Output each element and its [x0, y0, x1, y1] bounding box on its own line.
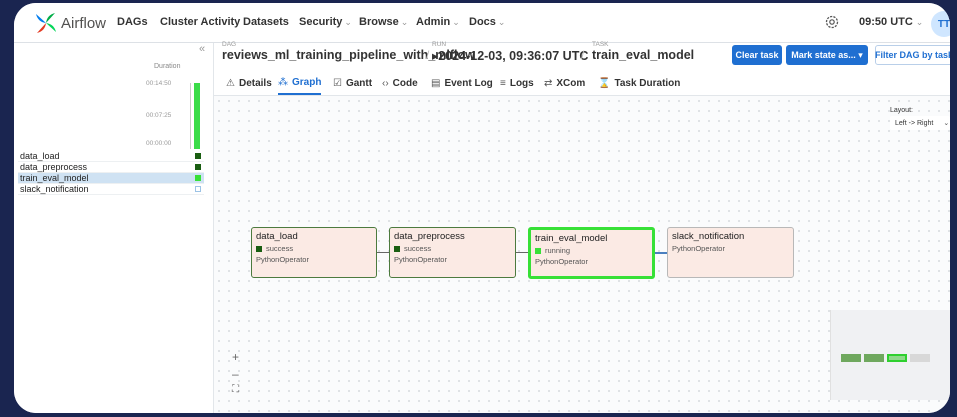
chevron-down-icon: ⌄ — [943, 120, 950, 127]
time-dropdown[interactable]: 09:50 UTC ⌄ — [859, 16, 923, 28]
task-name: data_load — [20, 151, 60, 161]
clear-task-button[interactable]: Clear task — [732, 45, 782, 65]
node-status: success — [256, 244, 372, 253]
graph-node-slack-notification[interactable]: slack_notification PythonOperator — [667, 227, 794, 278]
top-navbar: Airflow DAGs Cluster Activity Datasets S… — [14, 3, 950, 43]
fit-view-button[interactable]: ⛶ — [232, 384, 239, 395]
nav-security[interactable]: Security ⌄ — [299, 16, 352, 28]
hourglass-icon: ⌛ — [598, 77, 611, 89]
task-name: train_eval_model — [20, 173, 89, 183]
code-icon: ‹› — [382, 77, 389, 89]
event-log-icon: ▤ — [431, 77, 441, 89]
filter-dag-button[interactable]: Filter DAG by task ▾ — [875, 45, 950, 65]
collapse-icon[interactable]: « — [199, 43, 205, 55]
breadcrumb-separator: / — [581, 48, 585, 62]
duration-axis — [190, 83, 191, 149]
nav-cluster-activity[interactable]: Cluster Activity — [160, 16, 240, 28]
tab-task-duration[interactable]: ⌛ Task Duration — [598, 71, 680, 95]
duration-label: Duration — [154, 63, 181, 70]
task-name: slack_notification — [20, 184, 89, 194]
mark-state-button[interactable]: Mark state as... ▾ — [786, 45, 868, 65]
status-square[interactable] — [195, 153, 201, 159]
node-operator: PythonOperator — [672, 244, 725, 253]
graph-node-data-load[interactable]: data_load success PythonOperator — [251, 227, 377, 278]
minimap[interactable] — [830, 310, 950, 400]
layout-value: Left -> Right — [895, 119, 934, 127]
tab-xcom[interactable]: ⇄ XCom — [544, 71, 585, 95]
breadcrumb-separator: / — [426, 48, 430, 62]
tab-event-log[interactable]: ▤ Event Log — [431, 71, 493, 95]
duration-bar[interactable] — [194, 83, 200, 149]
chevron-down-icon: ⌄ — [400, 17, 409, 27]
chevron-down-icon: ⌄ — [497, 17, 506, 27]
status-square — [535, 247, 541, 254]
nav-admin[interactable]: Admin ⌄ — [416, 16, 460, 28]
chevron-down-icon: ⌄ — [452, 17, 460, 27]
task-name: data_preprocess — [20, 162, 88, 172]
layout-label: Layout: — [890, 107, 913, 114]
status-square[interactable] — [195, 175, 201, 181]
minimap-node — [910, 354, 930, 362]
brand-name[interactable]: Airflow — [61, 15, 106, 32]
graph-node-data-preprocess[interactable]: data_preprocess success PythonOperator — [389, 227, 516, 278]
nav-docs[interactable]: Docs ⌄ — [469, 16, 505, 28]
chevron-down-icon: ⌄ — [344, 17, 352, 27]
avatar[interactable]: TT — [931, 11, 950, 37]
graph-edge — [377, 252, 389, 253]
node-status: success — [394, 244, 511, 253]
tab-details[interactable]: ⚠ Details — [226, 71, 272, 95]
zoom-in-button[interactable]: + — [232, 350, 239, 364]
dag-small-label: DAG — [222, 41, 237, 48]
task-id[interactable]: train_eval_model — [592, 48, 694, 62]
duration-tick: 00:14:50 — [146, 80, 172, 87]
grid-panel: « Duration 00:14:50 00:07:25 00:00:00 da… — [14, 43, 214, 413]
nav-browse[interactable]: Browse ⌄ — [359, 16, 408, 28]
task-small-label: Task — [592, 41, 609, 48]
tab-gantt[interactable]: ☑ Gantt — [333, 71, 372, 95]
graph-node-train-eval-model[interactable]: train_eval_model running PythonOperator — [528, 227, 655, 279]
app-window: Airflow DAGs Cluster Activity Datasets S… — [14, 3, 950, 413]
tab-graph[interactable]: ⁂ Graph — [278, 71, 322, 95]
node-name: data_preprocess — [394, 231, 465, 242]
zoom-out-button[interactable]: – — [232, 367, 239, 381]
status-square[interactable] — [195, 186, 201, 192]
node-name: data_load — [256, 231, 298, 242]
warning-icon: ⚠ — [226, 77, 235, 89]
minimap-node — [864, 354, 884, 362]
status-square — [256, 245, 262, 252]
node-operator: PythonOperator — [256, 255, 309, 264]
layout-select[interactable]: Left -> Right ⌄ — [890, 116, 950, 130]
gantt-icon: ☑ — [333, 77, 342, 89]
chevron-down-icon: ⌄ — [915, 17, 924, 27]
node-name: slack_notification — [672, 231, 745, 242]
node-name: train_eval_model — [535, 233, 608, 244]
node-operator: PythonOperator — [394, 255, 447, 264]
tab-logs[interactable]: ≡ Logs — [500, 71, 534, 95]
status-square[interactable] — [195, 164, 201, 170]
minimap-node — [841, 354, 861, 362]
task-row-data-load[interactable]: data_load — [18, 151, 204, 162]
task-row-train-eval-model[interactable]: train_eval_model — [18, 173, 204, 184]
task-row-data-preprocess[interactable]: data_preprocess — [18, 162, 204, 173]
tab-code[interactable]: ‹› Code — [382, 71, 418, 95]
nav-dags[interactable]: DAGs — [117, 16, 148, 28]
graph-edge — [655, 252, 667, 254]
duration-tick: 00:00:00 — [146, 140, 172, 147]
nav-datasets[interactable]: Datasets — [243, 16, 289, 28]
node-operator: PythonOperator — [535, 257, 588, 266]
graph-icon: ⁂ — [278, 76, 288, 88]
run-small-label: Run — [432, 41, 447, 48]
airflow-logo-icon[interactable] — [34, 11, 58, 35]
graph-edge — [516, 252, 528, 253]
duration-tick: 00:07:25 — [146, 112, 172, 119]
run-id[interactable]: ▸2024-12-03, 09:36:07 UTC — [432, 48, 588, 63]
node-status: running — [535, 246, 648, 255]
minimap-node — [887, 354, 907, 362]
logs-icon: ≡ — [500, 77, 506, 89]
task-row-slack-notification[interactable]: slack_notification — [18, 184, 204, 195]
xcom-icon: ⇄ — [544, 77, 553, 89]
gear-icon[interactable] — [824, 14, 840, 30]
status-square — [394, 245, 400, 252]
